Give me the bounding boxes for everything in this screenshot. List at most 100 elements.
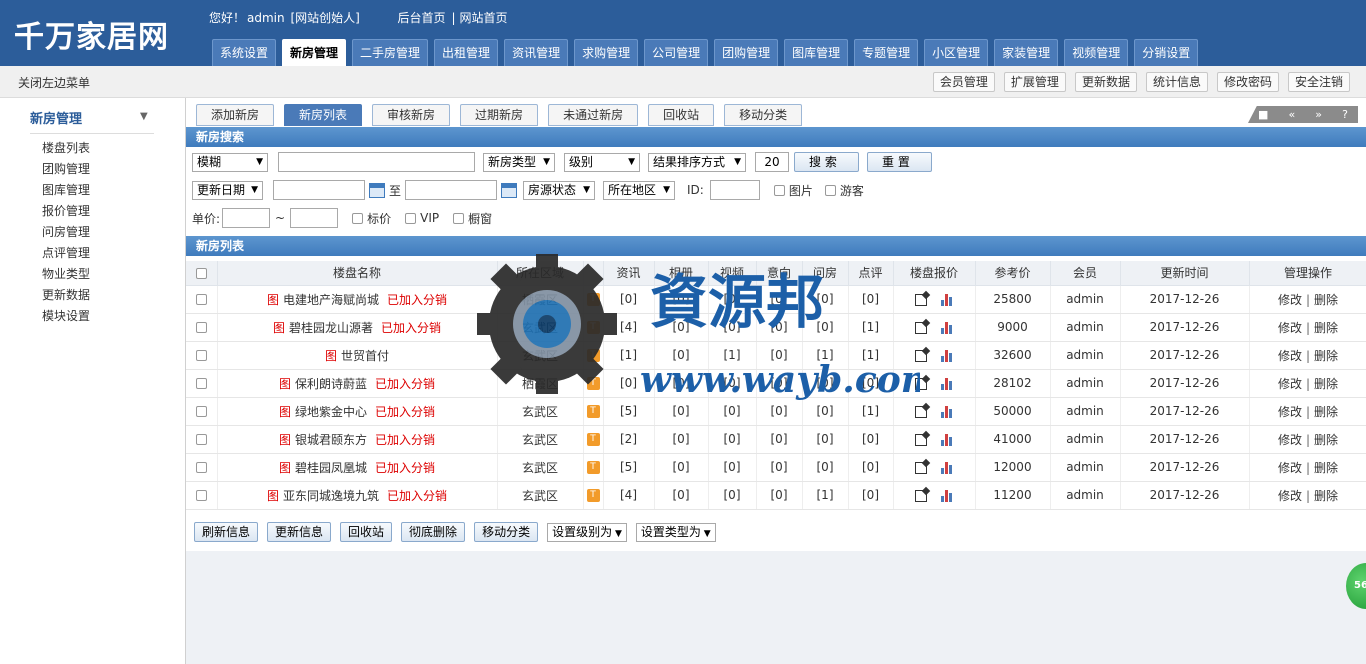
edit-link[interactable]: 修改 (1278, 405, 1302, 419)
price-chart-icon[interactable] (940, 489, 954, 502)
bulk-button-2[interactable]: 回收站 (340, 522, 393, 542)
subtab-1[interactable]: 新房列表 (284, 104, 363, 126)
intent-count-cell[interactable]: [0] (756, 453, 803, 482)
delete-link[interactable]: 删除 (1314, 293, 1338, 307)
tab-9[interactable]: 专题管理 (854, 39, 919, 66)
news-count-cell[interactable]: [4] (603, 481, 655, 510)
album-count-cell[interactable]: [0] (654, 397, 709, 426)
top-button-2[interactable]: 更新数据 (1074, 72, 1137, 92)
review-count-cell[interactable]: [0] (848, 481, 894, 510)
edit-link[interactable]: 修改 (1278, 433, 1302, 447)
house-name-link[interactable]: 碧桂园龙山源著 (289, 321, 373, 335)
album-count-cell[interactable]: [0] (654, 285, 709, 314)
row-checkbox[interactable] (195, 490, 207, 501)
video-count-cell[interactable]: [0] (708, 313, 757, 342)
edit-quote-icon[interactable] (914, 405, 927, 418)
delete-link[interactable]: 删除 (1314, 461, 1338, 475)
subtab-4[interactable]: 未通过新房 (548, 104, 639, 126)
news-count-cell[interactable]: [0] (603, 369, 655, 398)
top-badge-icon[interactable]: T (586, 489, 600, 502)
edit-quote-icon[interactable] (914, 293, 927, 306)
sidebar-item-1[interactable]: 团购管理 (42, 159, 90, 180)
status-select[interactable]: 房源状态 ▼ (523, 180, 596, 200)
vip-checkbox[interactable] (405, 212, 417, 224)
intent-count-cell[interactable]: [0] (756, 481, 803, 510)
edit-link[interactable]: 修改 (1278, 349, 1302, 363)
delete-link[interactable]: 删除 (1314, 321, 1338, 335)
guest-checkbox[interactable] (824, 184, 836, 196)
price-chart-icon[interactable] (940, 377, 954, 390)
ask-count-cell[interactable]: [1] (802, 481, 849, 510)
ask-count-cell[interactable]: [0] (802, 425, 849, 454)
price-to-input[interactable] (290, 208, 339, 228)
tab-5[interactable]: 求购管理 (574, 39, 639, 66)
video-count-cell[interactable]: [1] (708, 341, 757, 370)
search-button[interactable]: 搜 索 (794, 152, 859, 172)
edit-link[interactable]: 修改 (1278, 489, 1302, 503)
house-type-select[interactable]: 新房类型 ▼ (483, 152, 555, 172)
edit-link[interactable]: 修改 (1278, 321, 1302, 335)
intent-count-cell[interactable]: [0] (756, 285, 803, 314)
news-count-cell[interactable]: [5] (603, 453, 655, 482)
calendar-icon[interactable] (501, 182, 518, 198)
house-name-link[interactable]: 银城君颐东方 (295, 433, 367, 447)
tab-7[interactable]: 团购管理 (714, 39, 779, 66)
row-checkbox[interactable] (195, 462, 207, 473)
video-count-cell[interactable]: [0] (708, 453, 757, 482)
sidebar-item-5[interactable]: 点评管理 (42, 243, 90, 264)
admin-home-link[interactable]: 后台首页 (397, 11, 445, 25)
keyword-input[interactable] (278, 152, 475, 172)
sort-select[interactable]: 结果排序方式 ▼ (648, 152, 746, 172)
sidebar-item-0[interactable]: 楼盘列表 (42, 138, 90, 159)
row-checkbox[interactable] (195, 350, 207, 361)
delete-link[interactable]: 删除 (1314, 433, 1338, 447)
delete-link[interactable]: 删除 (1314, 377, 1338, 391)
match-mode-select[interactable]: 模糊 ▼ (192, 152, 268, 172)
ask-count-cell[interactable]: [0] (802, 453, 849, 482)
top-button-3[interactable]: 统计信息 (1145, 72, 1208, 92)
review-count-cell[interactable]: [1] (848, 313, 894, 342)
price-chart-icon[interactable] (940, 321, 954, 334)
top-button-5[interactable]: 安全注销 (1287, 72, 1350, 92)
edit-quote-icon[interactable] (914, 489, 927, 502)
level-select[interactable]: 级别 ▼ (564, 152, 640, 172)
intent-count-cell[interactable]: [0] (756, 369, 803, 398)
row-checkbox[interactable] (195, 294, 207, 305)
page-size-input[interactable]: 20 (755, 152, 789, 172)
album-count-cell[interactable]: [0] (654, 481, 709, 510)
calendar-icon[interactable] (369, 182, 385, 198)
top-badge-icon[interactable]: T (586, 433, 600, 446)
review-count-cell[interactable]: [1] (848, 397, 894, 426)
video-count-cell[interactable]: [0] (708, 481, 757, 510)
edit-quote-icon[interactable] (914, 433, 927, 446)
price-chart-icon[interactable] (940, 405, 954, 418)
review-count-cell[interactable]: [0] (848, 285, 894, 314)
house-name-link[interactable]: 绿地紫金中心 (295, 405, 367, 419)
date-field-select[interactable]: 更新日期 ▼ (192, 180, 263, 200)
video-count-cell[interactable]: [0] (708, 285, 757, 314)
edit-quote-icon[interactable] (914, 349, 927, 362)
album-count-cell[interactable]: [0] (654, 425, 709, 454)
price-chart-icon[interactable] (940, 433, 954, 446)
close-left-menu-link[interactable]: 关闭左边菜单 (18, 74, 90, 91)
tab-2[interactable]: 二手房管理 (352, 39, 429, 66)
house-name-link[interactable]: 电建地产海赋尚城 (283, 293, 379, 307)
price-chart-icon[interactable] (940, 349, 954, 362)
news-count-cell[interactable]: [2] (603, 425, 655, 454)
list-price-checkbox[interactable] (352, 212, 364, 224)
site-logo[interactable]: 千万家居网 (14, 12, 169, 56)
price-chart-icon[interactable] (940, 293, 954, 306)
chevron-down-icon[interactable]: ▼ (140, 111, 148, 122)
delete-link[interactable]: 删除 (1314, 405, 1338, 419)
bulk-button-1[interactable]: 更新信息 (267, 522, 332, 542)
tab-10[interactable]: 小区管理 (924, 39, 989, 66)
bulk-select-1[interactable]: 设置类型为 ▼ (635, 522, 716, 542)
top-badge-icon[interactable]: T (586, 349, 600, 362)
subtab-6[interactable]: 移动分类 (724, 104, 803, 126)
news-count-cell[interactable]: [0] (603, 285, 655, 314)
row-checkbox[interactable] (195, 406, 207, 417)
video-count-cell[interactable]: [0] (708, 425, 757, 454)
site-home-link[interactable]: 网站首页 (460, 11, 508, 25)
top-badge-icon[interactable]: T (586, 405, 600, 418)
house-name-link[interactable]: 亚东同城逸境九筑 (283, 489, 379, 503)
